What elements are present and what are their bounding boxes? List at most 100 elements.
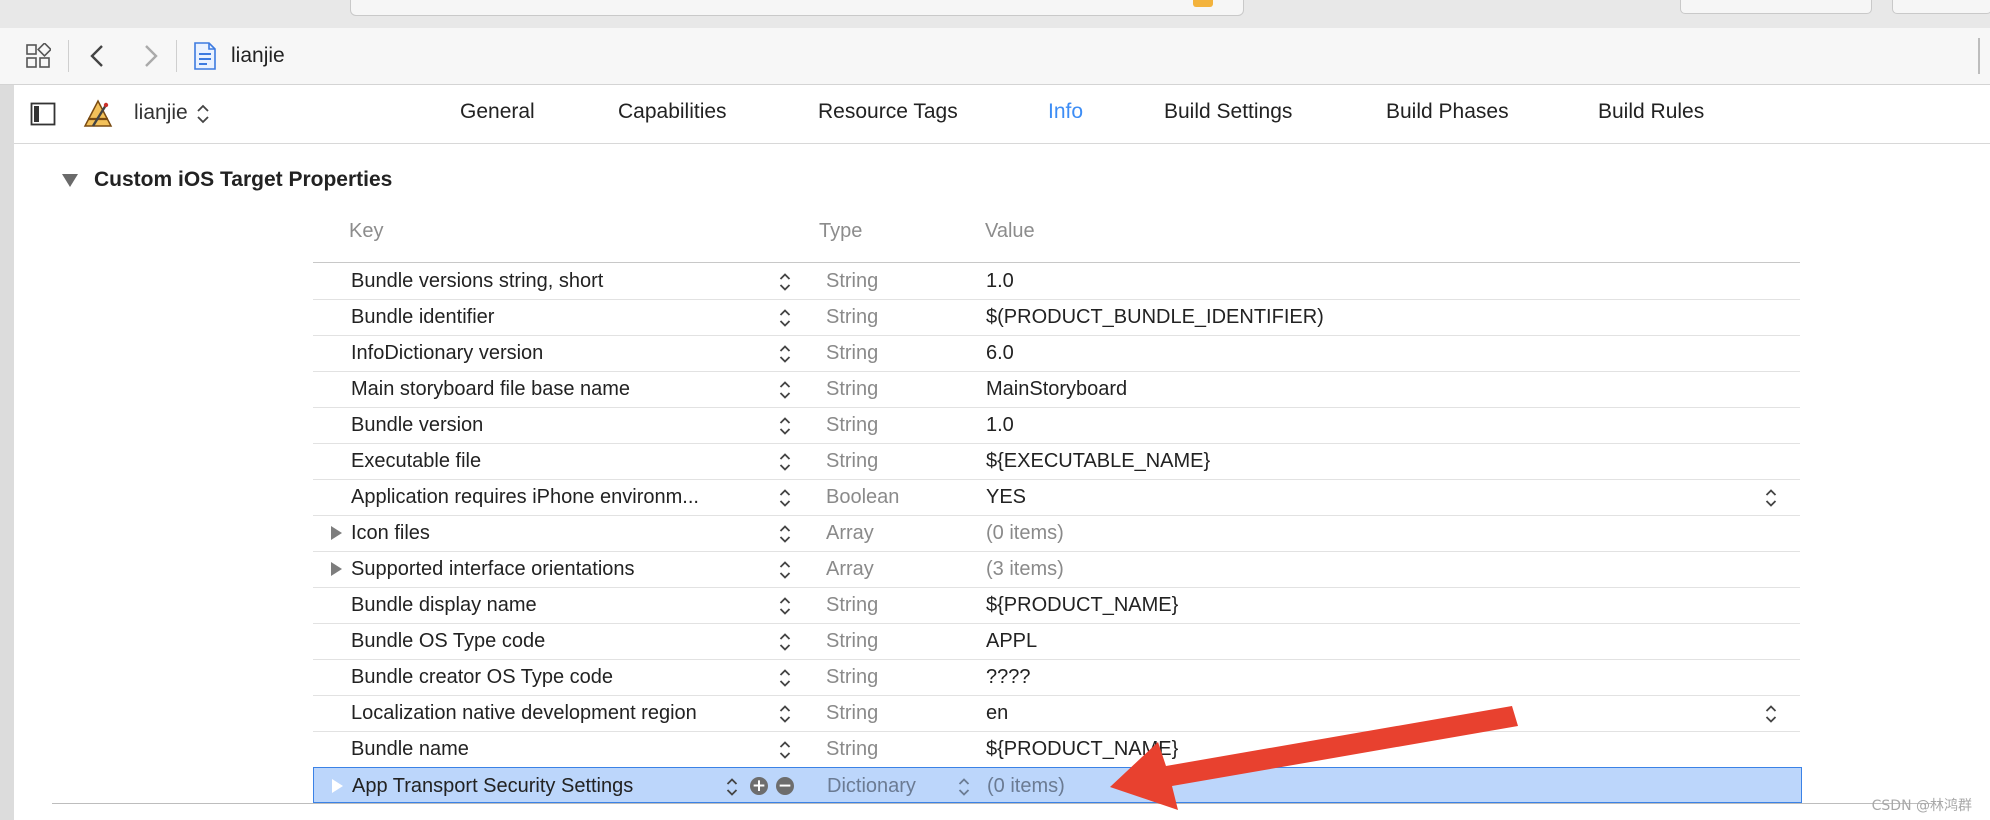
row-type[interactable]: String	[826, 342, 878, 365]
disclosure-triangle-icon[interactable]	[331, 562, 342, 576]
row-value[interactable]: (3 items)	[986, 558, 1064, 581]
chevron-right-icon[interactable]	[140, 42, 162, 70]
row-key[interactable]: Supported interface orientations	[351, 558, 635, 581]
row-type[interactable]: String	[826, 270, 878, 293]
tab-info[interactable]: Info	[1048, 100, 1083, 124]
key-popup-chevron-icon[interactable]	[779, 703, 791, 725]
table-row[interactable]: Bundle name String ${PRODUCT_NAME}	[313, 731, 1800, 768]
row-type[interactable]: String	[826, 630, 878, 653]
key-popup-chevron-icon[interactable]	[779, 595, 791, 617]
row-key[interactable]: InfoDictionary version	[351, 342, 543, 365]
key-popup-chevron-icon[interactable]	[779, 379, 791, 401]
key-popup-chevron-icon[interactable]	[779, 631, 791, 653]
disclosure-triangle-icon[interactable]	[62, 174, 78, 187]
key-popup-chevron-icon[interactable]	[726, 776, 738, 798]
key-popup-chevron-icon[interactable]	[779, 667, 791, 689]
table-row[interactable]: Main storyboard file base name String Main…	[313, 371, 1800, 408]
table-row[interactable]: Bundle version String 1.0	[313, 407, 1800, 444]
value-popup-chevron-icon[interactable]	[1765, 703, 1777, 725]
tab-build-rules[interactable]: Build Rules	[1598, 100, 1704, 124]
warning-icon[interactable]	[1193, 0, 1213, 7]
row-value[interactable]: 1.0	[986, 270, 1014, 293]
tab-general[interactable]: General	[460, 100, 535, 124]
table-row[interactable]: Supported interface orientations Array (3 …	[313, 551, 1800, 588]
key-popup-chevron-icon[interactable]	[779, 271, 791, 293]
row-value[interactable]: ${PRODUCT_NAME}	[986, 738, 1178, 761]
related-items-grid-icon[interactable]	[24, 42, 52, 70]
row-key[interactable]: Main storyboard file base name	[351, 378, 630, 401]
editor-mode-segment[interactable]	[1680, 0, 1872, 14]
view-toggle-segment[interactable]	[1892, 0, 1990, 14]
row-value[interactable]: YES	[986, 486, 1026, 509]
row-type[interactable]: Boolean	[826, 486, 899, 509]
plus-circle-icon[interactable]: +	[750, 777, 768, 795]
column-header-key[interactable]: Key	[349, 220, 383, 243]
table-row[interactable]: Executable file String ${EXECUTABLE_NAME}	[313, 443, 1800, 480]
row-key[interactable]: Application requires iPhone environm...	[351, 486, 699, 509]
row-key[interactable]: Localization native development region	[351, 702, 697, 725]
row-key[interactable]: Bundle creator OS Type code	[351, 666, 613, 689]
row-key[interactable]: Executable file	[351, 450, 481, 473]
row-value[interactable]: ${EXECUTABLE_NAME}	[986, 450, 1210, 473]
key-popup-chevron-icon[interactable]	[779, 451, 791, 473]
table-row[interactable]: Application requires iPhone environm... B…	[313, 479, 1800, 516]
breadcrumb-file[interactable]: lianjie	[231, 44, 285, 68]
table-row[interactable]: App Transport Security Settings + − Diction…	[313, 767, 1802, 803]
row-type[interactable]: String	[826, 738, 878, 761]
tab-build-phases[interactable]: Build Phases	[1386, 100, 1509, 124]
row-value[interactable]: $(PRODUCT_BUNDLE_IDENTIFIER)	[986, 306, 1324, 329]
key-popup-chevron-icon[interactable]	[779, 559, 791, 581]
row-key[interactable]: Bundle name	[351, 738, 469, 761]
row-type[interactable]: Dictionary	[827, 775, 916, 798]
table-row[interactable]: Bundle versions string, short String 1.0	[313, 263, 1800, 300]
chevron-left-icon[interactable]	[86, 42, 108, 70]
tab-build-settings[interactable]: Build Settings	[1164, 100, 1292, 124]
row-key[interactable]: Icon files	[351, 522, 430, 545]
table-row[interactable]: Bundle OS Type code String APPL	[313, 623, 1800, 660]
sidebar-toggle-icon[interactable]	[30, 102, 56, 126]
type-popup-chevron-icon[interactable]	[958, 776, 970, 798]
table-row[interactable]: InfoDictionary version String 6.0	[313, 335, 1800, 372]
row-value[interactable]: 6.0	[986, 342, 1014, 365]
row-type[interactable]: Array	[826, 558, 874, 581]
column-header-value[interactable]: Value	[985, 220, 1035, 243]
table-row[interactable]: Localization native development region St…	[313, 695, 1800, 732]
row-value[interactable]: MainStoryboard	[986, 378, 1127, 401]
tab-capabilities[interactable]: Capabilities	[618, 100, 727, 124]
disclosure-triangle-icon[interactable]	[331, 526, 342, 540]
table-row[interactable]: Icon files Array (0 items)	[313, 515, 1800, 552]
row-type[interactable]: String	[826, 306, 878, 329]
row-key[interactable]: Bundle OS Type code	[351, 630, 545, 653]
key-popup-chevron-icon[interactable]	[779, 487, 791, 509]
row-key[interactable]: Bundle versions string, short	[351, 270, 603, 293]
table-row[interactable]: Bundle creator OS Type code String????	[313, 659, 1800, 696]
row-value[interactable]: ${PRODUCT_NAME}	[986, 594, 1178, 617]
table-row[interactable]: Bundle display name String ${PRODUCT_NAME}	[313, 587, 1800, 624]
key-popup-chevron-icon[interactable]	[779, 307, 791, 329]
key-popup-chevron-icon[interactable]	[779, 415, 791, 437]
column-header-type[interactable]: Type	[819, 220, 862, 243]
chevron-updown-icon[interactable]	[196, 103, 210, 125]
row-value[interactable]: 1.0	[986, 414, 1014, 437]
row-value[interactable]: APPL	[986, 630, 1037, 653]
row-type[interactable]: Array	[826, 522, 874, 545]
row-key[interactable]: App Transport Security Settings	[352, 775, 633, 798]
row-type[interactable]: String	[826, 378, 878, 401]
row-key[interactable]: Bundle version	[351, 414, 483, 437]
row-type[interactable]: String	[826, 450, 878, 473]
row-type[interactable]: String	[826, 594, 878, 617]
table-row[interactable]: Bundle identifier String $(PRODUCT_BUNDLE_…	[313, 299, 1800, 336]
row-key[interactable]: Bundle display name	[351, 594, 537, 617]
row-value[interactable]: (0 items)	[986, 522, 1064, 545]
disclosure-triangle-icon[interactable]	[332, 779, 343, 793]
row-type[interactable]: String	[826, 666, 878, 689]
tab-resource-tags[interactable]: Resource Tags	[818, 100, 958, 124]
row-value[interactable]: ????	[986, 666, 1031, 689]
key-popup-chevron-icon[interactable]	[779, 343, 791, 365]
row-value[interactable]: en	[986, 702, 1008, 725]
row-value[interactable]: (0 items)	[987, 775, 1065, 798]
minus-circle-icon[interactable]: −	[776, 777, 794, 795]
row-type[interactable]: String	[826, 414, 878, 437]
key-popup-chevron-icon[interactable]	[779, 523, 791, 545]
row-type[interactable]: String	[826, 702, 878, 725]
